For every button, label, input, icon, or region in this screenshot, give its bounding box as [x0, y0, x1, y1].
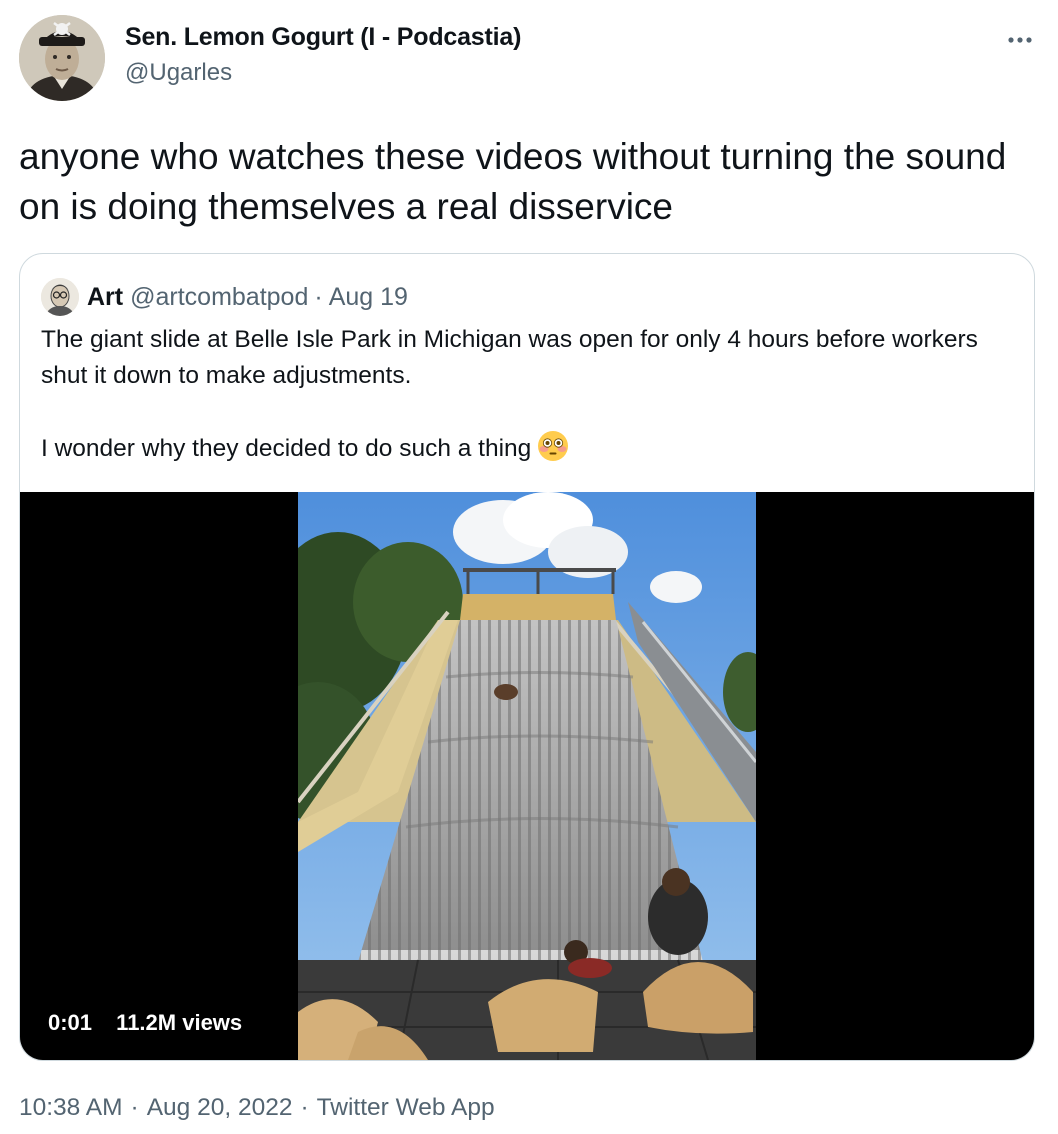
video-view-count: 11.2M views: [116, 1010, 243, 1035]
quoted-avatar-image: [41, 278, 79, 316]
quoted-meta-separator: ·: [314, 282, 323, 311]
tweet-time[interactable]: 10:38 AM: [19, 1094, 123, 1121]
video-player[interactable]: 0:01 11.2M views: [20, 492, 1034, 1060]
quoted-paragraph-2: I wonder why they decided to do such a t…: [41, 435, 532, 462]
flushed-face-emoji-icon: [537, 430, 569, 473]
author-display-name[interactable]: Sen. Lemon Gogurt (I - Podcastia): [125, 23, 521, 52]
quoted-tweet-text: The giant slide at Belle Isle Park in Mi…: [41, 322, 1001, 473]
author-avatar[interactable]: [19, 15, 105, 101]
author-handle[interactable]: @Ugarles: [125, 59, 232, 87]
tweet-meta-footer: 10:38 AM · Aug 20, 2022 · Twitter Web App: [19, 1094, 495, 1122]
tweet-date[interactable]: Aug 20, 2022: [147, 1094, 293, 1121]
more-dots-icon: [1008, 37, 1032, 43]
avatar-portrait-image: [19, 15, 105, 101]
more-options-button[interactable]: [1000, 20, 1040, 60]
quoted-tweet-card[interactable]: Art @artcombatpod · Aug 19 The giant sli…: [19, 253, 1035, 1061]
quoted-paragraph-2-line: I wonder why they decided to do such a t…: [41, 430, 1001, 473]
quoted-tweet-date[interactable]: Aug 19: [329, 283, 408, 312]
quoted-author-avatar[interactable]: [41, 278, 79, 316]
footer-separator-1: ·: [130, 1094, 139, 1121]
quoted-tweet-header: Art @artcombatpod · Aug 19: [41, 278, 408, 316]
quoted-author-handle[interactable]: @artcombatpod: [130, 283, 308, 312]
quoted-author-name[interactable]: Art: [87, 283, 123, 312]
video-timestamp: 0:01: [48, 1010, 93, 1035]
giant-slide-video-frame-image: [298, 492, 756, 1060]
video-thumbnail: [298, 492, 756, 1060]
quoted-paragraph-1: The giant slide at Belle Isle Park in Mi…: [41, 326, 978, 389]
footer-separator-2: ·: [300, 1094, 309, 1121]
tweet-text: anyone who watches these videos without …: [19, 136, 1007, 227]
video-info-overlay: 0:01 11.2M views: [48, 1010, 260, 1036]
tweet-source-app[interactable]: Twitter Web App: [317, 1094, 495, 1121]
